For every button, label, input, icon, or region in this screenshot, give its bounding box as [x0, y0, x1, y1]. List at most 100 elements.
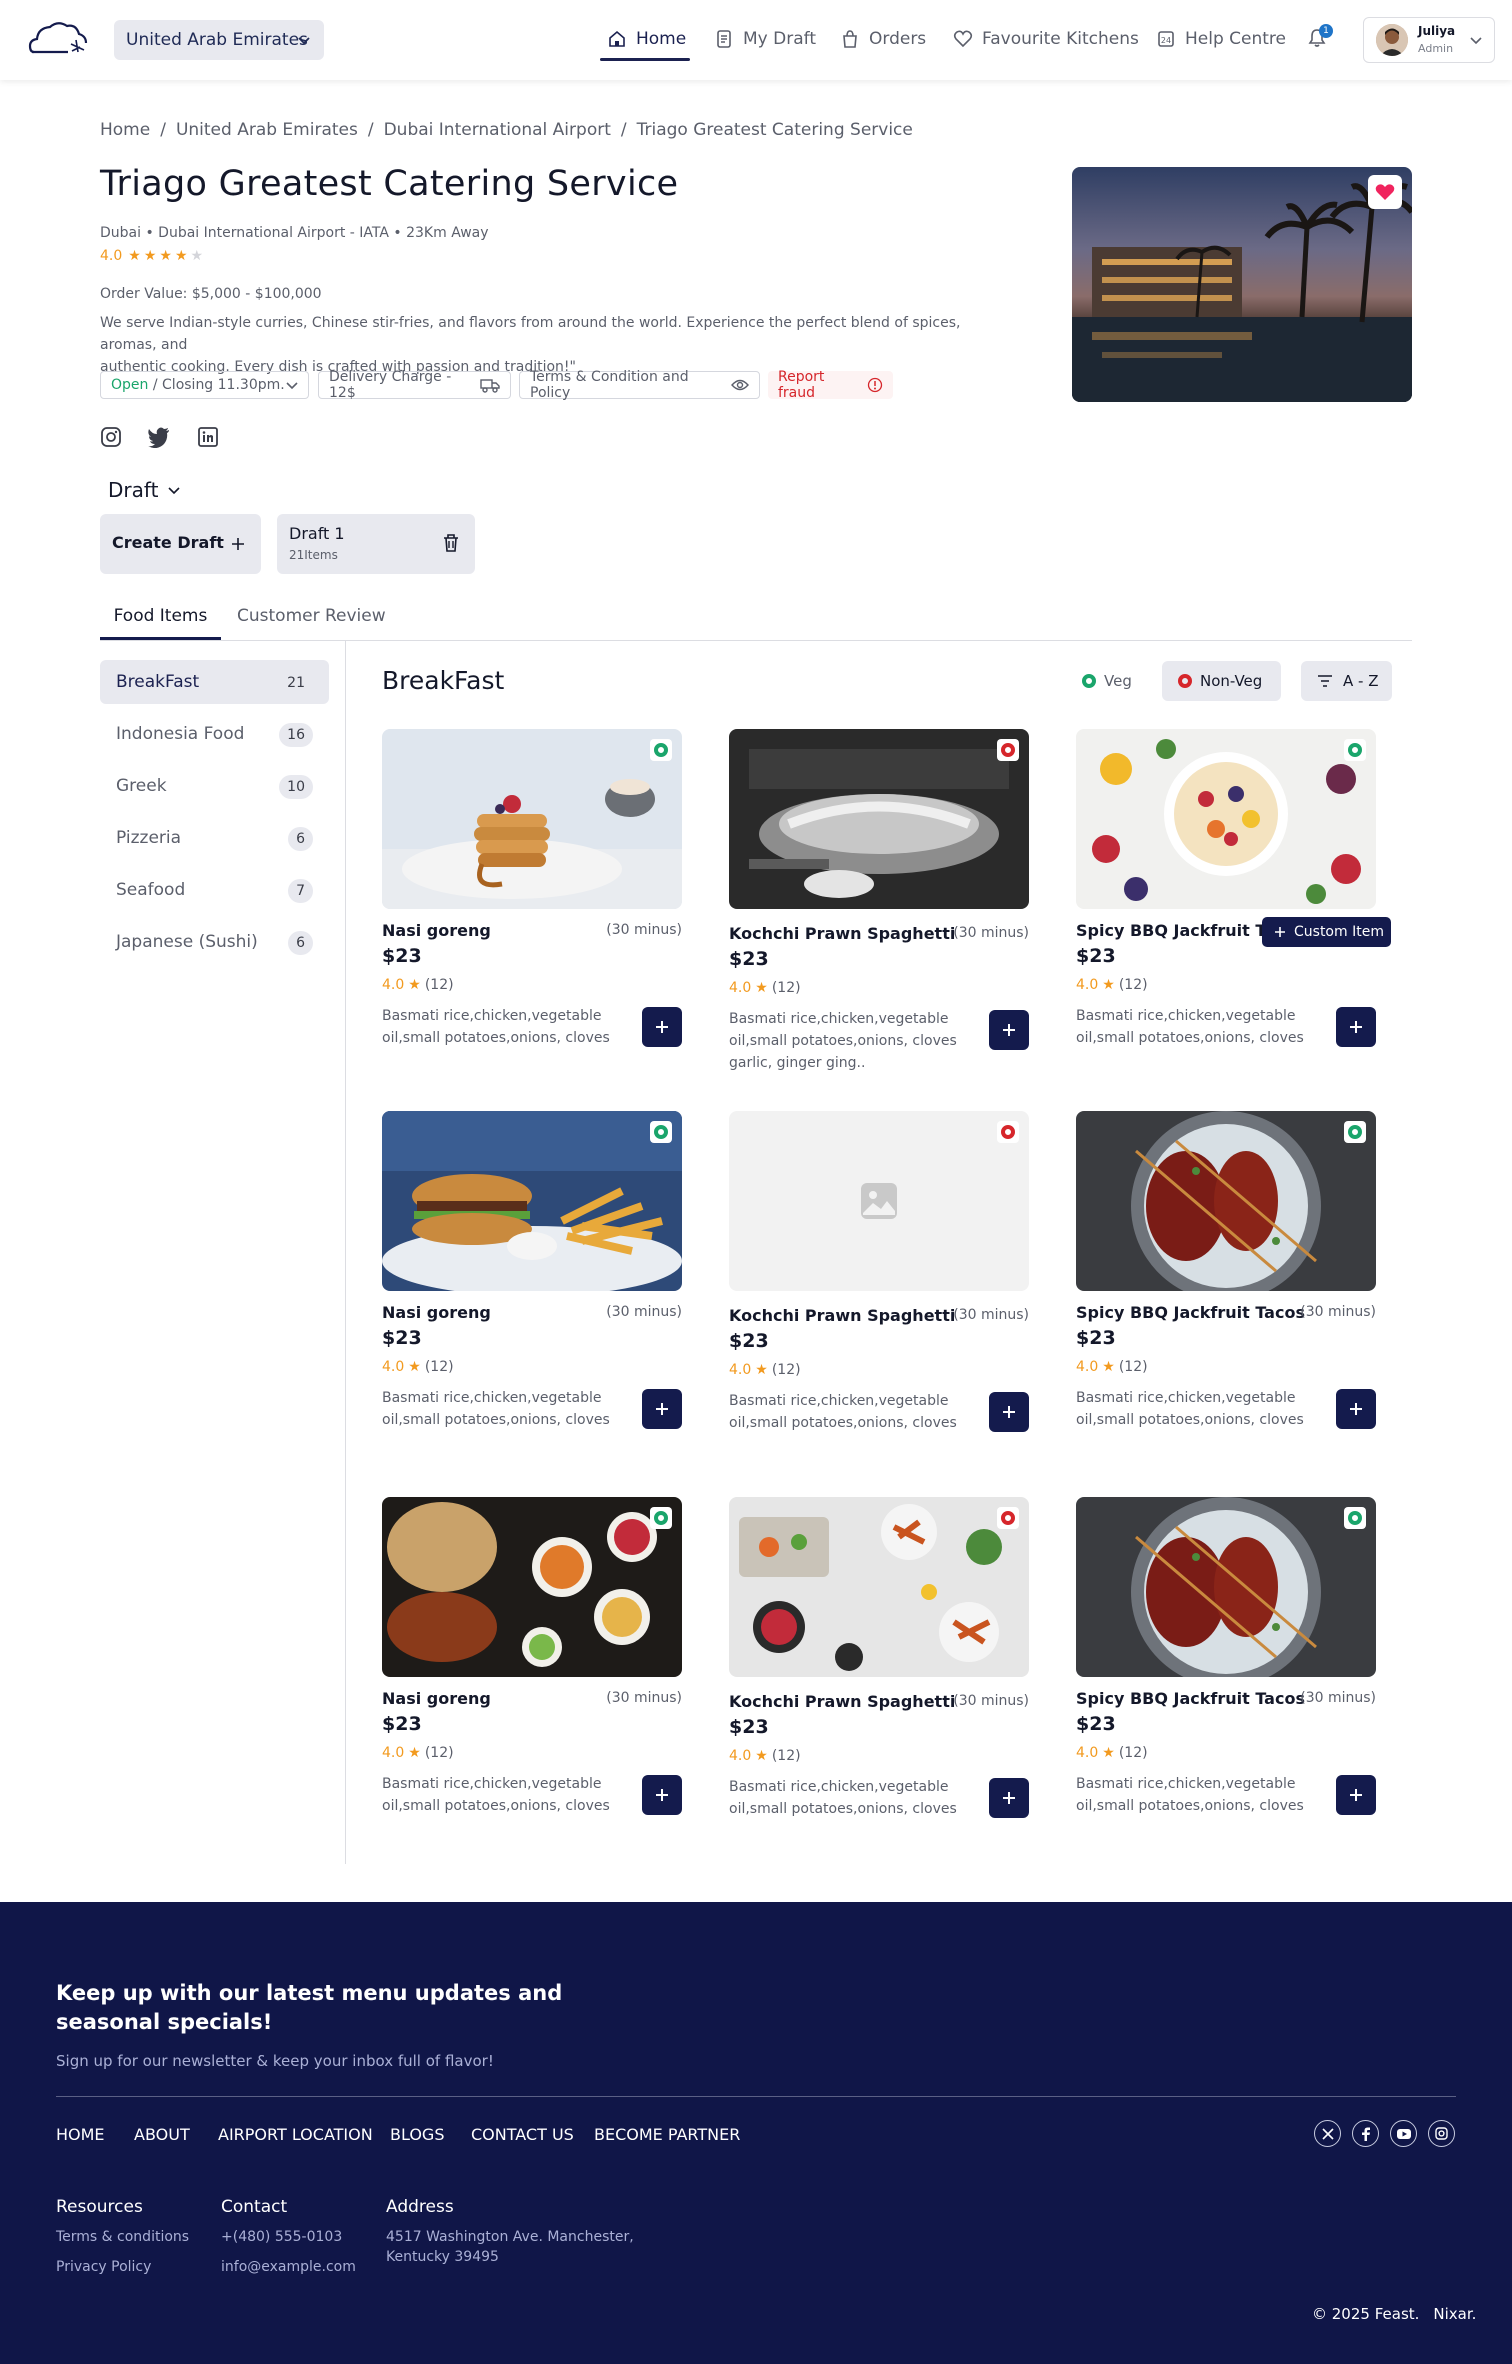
add-to-draft-button[interactable] [1336, 1007, 1376, 1047]
logo-icon[interactable] [28, 18, 90, 58]
add-to-draft-button[interactable] [642, 1389, 682, 1429]
plus-icon [1349, 1402, 1363, 1416]
custom-item-button[interactable]: Custom Item [1262, 917, 1391, 947]
trash-icon[interactable] [442, 533, 460, 553]
food-card[interactable]: Kochchi Prawn Spaghetti (30 minus) $23 4.0 ★… [729, 1111, 1029, 1451]
star-icon: ★ [1102, 977, 1115, 993]
food-rating: 4.0 ★ (12) [1076, 1745, 1148, 1761]
instagram-icon[interactable] [100, 426, 122, 448]
tab-customer-review[interactable]: Customer Review [237, 606, 386, 626]
instagram-social-icon[interactable] [1428, 2120, 1455, 2147]
nonveg-filter[interactable]: Non-Veg [1162, 661, 1281, 701]
sidebar-item-seafood[interactable]: Seafood 7 [100, 868, 329, 912]
rating-value: 4.0 [382, 977, 405, 993]
prep-time: (30 minus) [953, 925, 1029, 941]
nav-help-centre[interactable]: 24 Help Centre [1156, 24, 1286, 54]
footer-link-privacy[interactable]: Privacy Policy [56, 2259, 151, 2275]
nav-orders[interactable]: Orders [840, 24, 926, 54]
nav-home[interactable]: Home [607, 24, 686, 54]
food-rating: 4.0 ★ (12) [729, 1362, 801, 1378]
category-count-badge: 21 [287, 675, 305, 691]
youtube-social-icon[interactable] [1390, 2120, 1417, 2147]
food-price: $23 [729, 1716, 769, 1738]
sidebar-item-indonesia-food[interactable]: Indonesia Food 16 [100, 712, 329, 756]
footer-link-blogs[interactable]: BLOGS [390, 2125, 444, 2144]
food-card[interactable]: Kochchi Prawn Spaghetti (30 minus) $23 4.0 ★… [729, 729, 1029, 1071]
breadcrumb-current: Triago Greatest Catering Service [636, 120, 913, 140]
sort-button[interactable]: A - Z [1301, 661, 1392, 701]
info-icon [867, 377, 883, 393]
food-card[interactable]: Nasi goreng (30 minus) $23 4.0 ★ (12) Basmati … [382, 729, 682, 1069]
page-title: Triago Greatest Catering Service [100, 164, 679, 204]
custom-item-label: Custom Item [1294, 924, 1384, 940]
draft-dropdown[interactable]: Draft [108, 478, 182, 502]
svg-text:24: 24 [1161, 36, 1171, 45]
add-to-draft-button[interactable] [989, 1778, 1029, 1818]
description-line-1: We serve Indian-style curries, Chinese s… [100, 315, 961, 353]
footer-link-contact-us[interactable]: CONTACT US [471, 2125, 574, 2144]
tab-food-items[interactable]: Food Items [100, 606, 221, 640]
food-name: Spicy BBQ Jackfruit Tacos [1076, 1689, 1305, 1708]
nav-my-draft[interactable]: My Draft [714, 24, 816, 54]
linkedin-icon[interactable] [197, 426, 219, 448]
report-fraud-chip[interactable]: Report fraud [768, 369, 893, 401]
food-card[interactable]: Kochchi Prawn Spaghetti (30 minus) $23 4.0 ★… [729, 1497, 1029, 1837]
footer-link-terms[interactable]: Terms & conditions [56, 2229, 189, 2245]
food-card[interactable]: Spicy BBQ Jackfruit Tacos(30 minus)$234.… [1076, 1497, 1376, 1837]
sidebar-item-breakfast[interactable]: BreakFast 21 [100, 660, 329, 704]
sidebar-item-greek[interactable]: Greek 10 [100, 764, 329, 808]
add-to-draft-button[interactable] [989, 1392, 1029, 1432]
star-icon: ★ [408, 1745, 421, 1761]
orders-icon [840, 29, 869, 49]
create-draft-button[interactable]: Create Draft [100, 514, 261, 574]
footer-link-become-partner[interactable]: BECOME PARTNER [594, 2125, 740, 2144]
x-social-icon[interactable] [1314, 2120, 1341, 2147]
veg-filter[interactable]: Veg [1068, 661, 1142, 701]
food-card[interactable]: Spicy BBQ Jackfruit Tacos(30 minus)$234.… [1076, 729, 1376, 1069]
food-price: $23 [1076, 1327, 1116, 1349]
food-card[interactable]: Nasi goreng (30 minus) $23 4.0 ★ (12) Basmati … [382, 1111, 682, 1451]
add-to-draft-button[interactable] [642, 1775, 682, 1815]
terms-policy-chip[interactable]: Terms & Condition and Policy [519, 369, 760, 401]
breadcrumb-home[interactable]: Home [100, 120, 150, 140]
user-menu[interactable]: Juliya Admin [1363, 17, 1495, 63]
food-card[interactable]: Spicy BBQ Jackfruit Tacos(30 minus)$234.… [1076, 1111, 1376, 1451]
kitchen-hero-image [1072, 167, 1412, 402]
food-description: Basmati rice,chicken,vegetable oil,small… [382, 1008, 610, 1046]
food-description: Basmati rice,chicken,vegetable oil,small… [1076, 1008, 1304, 1046]
sidebar-item-japanese-sushi[interactable]: Japanese (Sushi) 6 [100, 920, 329, 964]
chevron-down-icon [166, 482, 182, 498]
country-select[interactable]: United Arab Emirates [114, 20, 324, 60]
sidebar-item-pizzeria[interactable]: Pizzeria 6 [100, 816, 329, 860]
veg-indicator-icon [650, 1121, 672, 1143]
star-filled-icon: ★ [159, 248, 172, 264]
delivery-charge-label: Delivery Charge - 12$ [329, 369, 452, 401]
nav-favourite-kitchens[interactable]: Favourite Kitchens [953, 24, 1139, 54]
contact-email[interactable]: info@example.com [221, 2259, 356, 2275]
star-filled-icon: ★ [174, 248, 188, 264]
food-description: Basmati rice,chicken,vegetable oil,small… [382, 1390, 610, 1428]
review-count: (12) [424, 1745, 454, 1761]
add-to-draft-button[interactable] [989, 1010, 1029, 1050]
notification-bell[interactable]: 1 [1305, 24, 1333, 50]
draft-card[interactable]: Draft 1 21Items [277, 514, 475, 574]
footer-link-home[interactable]: HOME [56, 2125, 105, 2144]
add-to-draft-button[interactable] [642, 1007, 682, 1047]
food-card[interactable]: Nasi goreng (30 minus) $23 4.0 ★ (12) Basmati … [382, 1497, 682, 1837]
rating-value: 4.0 [1076, 1359, 1099, 1375]
twitter-icon[interactable] [147, 426, 171, 448]
breadcrumb-country[interactable]: United Arab Emirates [176, 120, 358, 140]
footer-link-about[interactable]: ABOUT [134, 2125, 190, 2144]
copyright: © 2025 Feast. Nixar. [1312, 2305, 1476, 2323]
open-status-chip[interactable]: Open / Closing 11.30pm. [100, 371, 309, 399]
heart-icon [953, 29, 982, 49]
food-name: Nasi goreng [382, 1689, 491, 1708]
favourite-button[interactable] [1368, 175, 1402, 209]
breadcrumb-airport[interactable]: Dubai International Airport [384, 120, 611, 140]
contact-phone[interactable]: +(480) 555-0103 [221, 2229, 342, 2245]
footer-link-airport-location[interactable]: AIRPORT LOCATION [218, 2125, 373, 2144]
facebook-social-icon[interactable] [1352, 2120, 1379, 2147]
newsletter-headline-line-1: Keep up with our latest menu updates and [56, 1981, 563, 2005]
add-to-draft-button[interactable] [1336, 1389, 1376, 1429]
add-to-draft-button[interactable] [1336, 1775, 1376, 1815]
